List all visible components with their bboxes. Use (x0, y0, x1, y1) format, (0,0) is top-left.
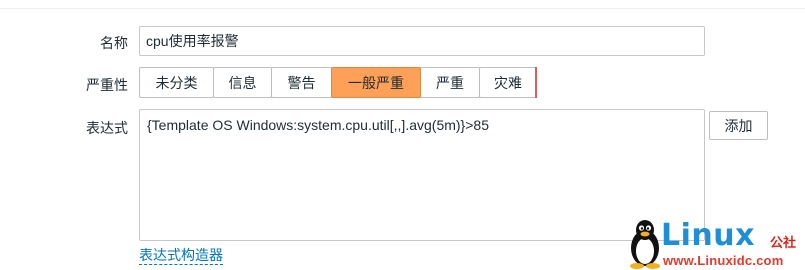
severity-option-average[interactable]: 一般严重 (331, 67, 421, 98)
name-input[interactable] (139, 26, 705, 56)
expression-label: 表达式 (86, 120, 128, 136)
severity-option-label: 严重 (436, 74, 464, 91)
severity-option-label: 未分类 (155, 74, 198, 91)
top-divider (0, 8, 805, 9)
watermark-brand: Linux (661, 218, 755, 253)
watermark-logo: Linux 公社 www.Linuxidc.com (628, 218, 805, 270)
severity-option-not-classified[interactable]: 未分类 (139, 67, 214, 98)
expression-constructor-link[interactable]: 表达式构造器 (139, 247, 223, 265)
severity-option-disaster[interactable]: 灾难 (479, 67, 537, 98)
severity-option-label: 警告 (287, 74, 316, 91)
severity-option-information[interactable]: 信息 (213, 67, 272, 98)
severity-color-marker (535, 67, 537, 98)
add-button[interactable]: 添加 (709, 111, 768, 140)
severity-label: 严重性 (86, 77, 128, 93)
severity-option-label: 信息 (228, 74, 257, 91)
expression-textarea[interactable]: {Template OS Windows:system.cpu.util[,,]… (139, 109, 705, 241)
severity-option-warning[interactable]: 警告 (271, 67, 332, 98)
severity-option-high[interactable]: 严重 (420, 67, 480, 98)
severity-selector: 未分类 信息 警告 一般严重 严重 灾难 (139, 67, 537, 98)
watermark-url: www.Linuxidc.com (663, 253, 784, 268)
severity-option-label: 一般严重 (348, 74, 404, 91)
tux-penguin-icon (630, 220, 660, 269)
severity-option-label: 灾难 (494, 74, 522, 91)
watermark-suffix: 公社 (770, 235, 797, 250)
name-label: 名称 (100, 35, 128, 51)
